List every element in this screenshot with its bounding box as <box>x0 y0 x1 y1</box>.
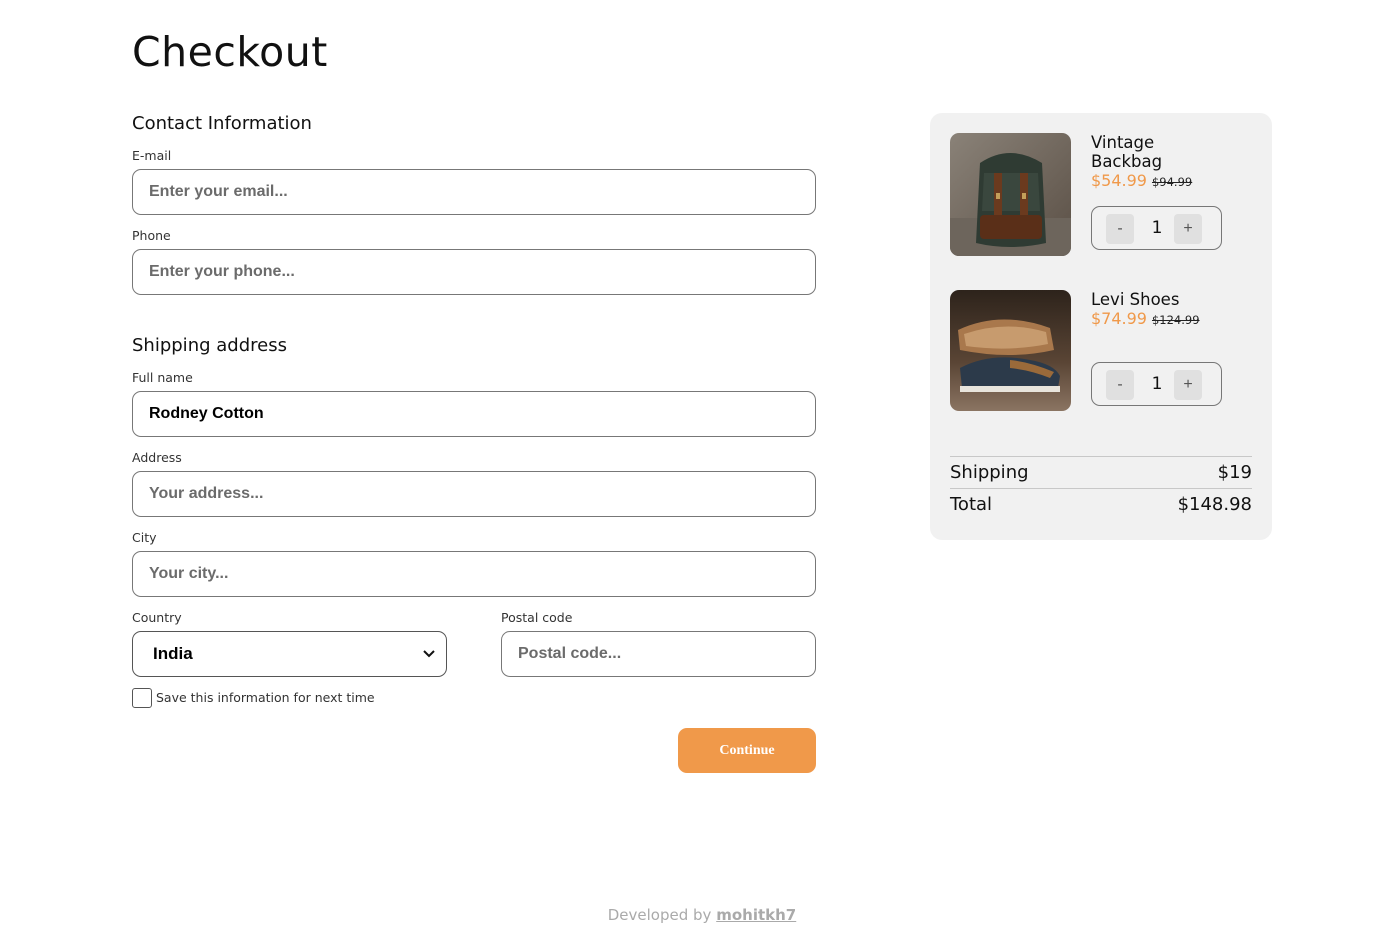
country-selected-value: India <box>153 644 193 663</box>
city-label: City <box>132 530 157 545</box>
full-name-field[interactable] <box>132 391 816 437</box>
decrease-quantity-button[interactable]: - <box>1106 214 1134 244</box>
page-title: Checkout <box>132 28 328 76</box>
contact-heading: Contact Information <box>132 113 312 134</box>
postal-label: Postal code <box>501 610 573 625</box>
increase-quantity-button[interactable]: + <box>1174 370 1202 400</box>
phone-label: Phone <box>132 228 171 243</box>
author-link[interactable]: mohitkh7 <box>716 906 796 924</box>
email-label: E-mail <box>132 148 172 163</box>
footer: Developed by mohitkh7 <box>0 906 1377 924</box>
shipping-value: $19 <box>1217 462 1252 483</box>
chevron-down-icon <box>422 647 436 661</box>
footer-prefix: Developed by <box>607 906 712 924</box>
shipping-label: Shipping <box>950 462 1029 483</box>
shoes-image <box>950 290 1071 411</box>
product-price: $74.99 <box>1091 309 1147 328</box>
divider <box>950 488 1252 489</box>
product-name: Vintage Backbag <box>1091 133 1163 171</box>
address-field[interactable] <box>132 471 816 517</box>
save-info-checkbox[interactable] <box>132 688 152 708</box>
product-old-price: $94.99 <box>1151 175 1193 189</box>
product-old-price: $124.99 <box>1151 313 1200 327</box>
email-field[interactable] <box>132 169 816 215</box>
decrease-quantity-button[interactable]: - <box>1106 370 1134 400</box>
phone-field[interactable] <box>132 249 816 295</box>
quantity-value: 1 <box>1151 218 1163 238</box>
price-row: $74.99 $124.99 <box>1091 309 1200 328</box>
product-name: Levi Shoes <box>1091 290 1180 309</box>
full-name-label: Full name <box>132 370 193 385</box>
quantity-value: 1 <box>1151 374 1163 394</box>
quantity-stepper: - 1 + <box>1091 362 1222 406</box>
backpack-image <box>950 133 1071 256</box>
address-label: Address <box>132 450 182 465</box>
increase-quantity-button[interactable]: + <box>1174 214 1202 244</box>
save-info-label: Save this information for next time <box>156 690 375 705</box>
total-label: Total <box>950 494 993 515</box>
country-select[interactable]: India <box>132 631 447 677</box>
postal-code-field[interactable] <box>501 631 816 677</box>
continue-button[interactable]: Continue <box>678 728 816 773</box>
price-row: $54.99 $94.99 <box>1091 171 1192 190</box>
country-label: Country <box>132 610 182 625</box>
divider <box>950 456 1252 457</box>
product-price: $54.99 <box>1091 171 1147 190</box>
shipping-heading: Shipping address <box>132 335 287 356</box>
quantity-stepper: - 1 + <box>1091 206 1222 250</box>
total-value: $148.98 <box>1177 494 1252 515</box>
order-summary: Vintage Backbag $54.99 $94.99 - 1 + Levi… <box>930 113 1272 540</box>
city-field[interactable] <box>132 551 816 597</box>
